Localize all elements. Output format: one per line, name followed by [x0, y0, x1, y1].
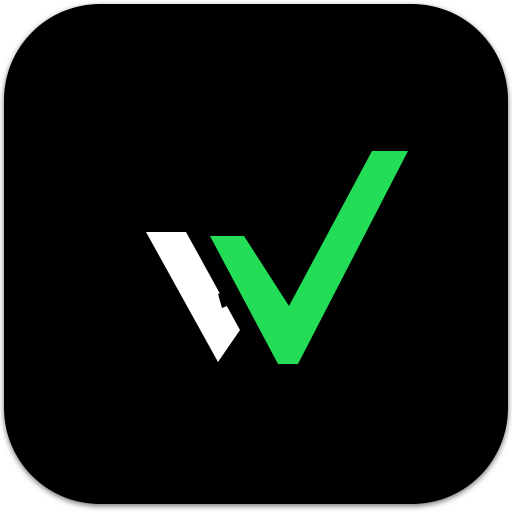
logo-green-check [210, 151, 408, 364]
check-logo-icon [146, 151, 408, 364]
app-icon-tile[interactable] [4, 4, 508, 504]
app-icon-canvas [0, 0, 512, 512]
